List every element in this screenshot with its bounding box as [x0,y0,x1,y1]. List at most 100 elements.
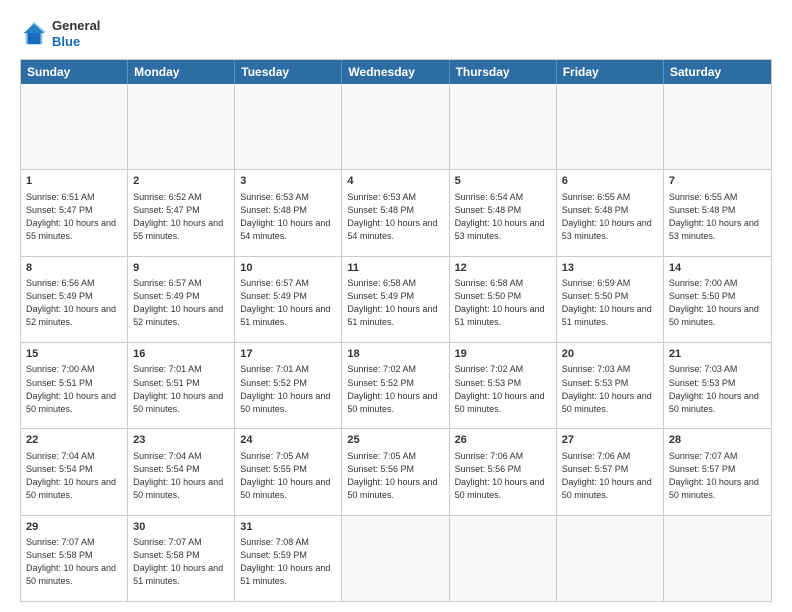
cell-details: Sunrise: 7:08 AMSunset: 5:59 PMDaylight:… [240,536,336,588]
day-number: 25 [347,433,443,448]
calendar-cell-empty [557,84,664,169]
calendar-cell-10: 10Sunrise: 6:57 AMSunset: 5:49 PMDayligh… [235,257,342,342]
day-number: 10 [240,261,336,276]
calendar-cell-empty [450,516,557,601]
day-number: 20 [562,347,658,362]
cell-details: Sunrise: 6:58 AMSunset: 5:49 PMDaylight:… [347,277,443,329]
day-number: 23 [133,433,229,448]
calendar-cell-empty [557,516,664,601]
day-number: 19 [455,347,551,362]
cell-details: Sunrise: 6:51 AMSunset: 5:47 PMDaylight:… [26,191,122,243]
page: General Blue SundayMondayTuesdayWednesda… [0,0,792,612]
cell-details: Sunrise: 6:57 AMSunset: 5:49 PMDaylight:… [240,277,336,329]
calendar-cell-22: 22Sunrise: 7:04 AMSunset: 5:54 PMDayligh… [21,429,128,514]
calendar-cell-7: 7 Sunrise: 6:55 AMSunset: 5:48 PMDaylight… [664,170,771,255]
day-number: 27 [562,433,658,448]
calendar-cell-9: 9Sunrise: 6:57 AMSunset: 5:49 PMDaylight… [128,257,235,342]
header: General Blue [20,18,772,49]
header-day-saturday: Saturday [664,60,771,84]
header-day-wednesday: Wednesday [342,60,449,84]
cell-details: Sunrise: 7:07 AMSunset: 5:57 PMDaylight:… [669,450,766,502]
day-number: 13 [562,261,658,276]
cell-details: Sunrise: 6:56 AMSunset: 5:49 PMDaylight:… [26,277,122,329]
calendar-cell-14: 14Sunrise: 7:00 AMSunset: 5:50 PMDayligh… [664,257,771,342]
day-number: 3 [240,174,336,189]
calendar-cell-29: 29Sunrise: 7:07 AMSunset: 5:58 PMDayligh… [21,516,128,601]
calendar-cell-empty [21,84,128,169]
cell-details: Sunrise: 6:57 AMSunset: 5:49 PMDaylight:… [133,277,229,329]
day-number: 28 [669,433,766,448]
day-number: 8 [26,261,122,276]
cell-details: Sunrise: 7:03 AMSunset: 5:53 PMDaylight:… [669,363,766,415]
calendar-cell-26: 26 Sunrise: 7:06 AMSunset: 5:56 PMDayligh… [450,429,557,514]
calendar-cell-6: 6Sunrise: 6:55 AMSunset: 5:48 PMDaylight… [557,170,664,255]
calendar-cell-4: 4 Sunrise: 6:53 AMSunset: 5:48 PMDaylight… [342,170,449,255]
calendar-cell-empty [342,516,449,601]
calendar-cell-3: 3 Sunrise: 6:53 AMSunset: 5:48 PMDaylight… [235,170,342,255]
calendar-cell-13: 13Sunrise: 6:59 AMSunset: 5:50 PMDayligh… [557,257,664,342]
cell-details: Sunrise: 7:01 AMSunset: 5:51 PMDaylight:… [133,363,229,415]
calendar: SundayMondayTuesdayWednesdayThursdayFrid… [20,59,772,602]
cell-details: Sunrise: 7:06 AMSunset: 5:56 PMDaylight:… [455,450,551,502]
calendar-cell-30: 30Sunrise: 7:07 AMSunset: 5:58 PMDayligh… [128,516,235,601]
day-number: 16 [133,347,229,362]
calendar-row-1: 1 Sunrise: 6:51 AMSunset: 5:47 PMDaylight… [21,169,771,255]
day-number: 18 [347,347,443,362]
calendar-cell-empty [235,84,342,169]
cell-details: Sunrise: 7:00 AMSunset: 5:51 PMDaylight:… [26,363,122,415]
day-number: 9 [133,261,229,276]
cell-details: Sunrise: 6:53 AMSunset: 5:48 PMDaylight:… [347,191,443,243]
cell-details: Sunrise: 7:07 AMSunset: 5:58 PMDaylight:… [133,536,229,588]
cell-details: Sunrise: 7:02 AMSunset: 5:52 PMDaylight:… [347,363,443,415]
cell-details: Sunrise: 7:01 AMSunset: 5:52 PMDaylight:… [240,363,336,415]
cell-details: Sunrise: 7:00 AMSunset: 5:50 PMDaylight:… [669,277,766,329]
calendar-cell-empty [664,516,771,601]
cell-details: Sunrise: 6:53 AMSunset: 5:48 PMDaylight:… [240,191,336,243]
cell-details: Sunrise: 6:52 AMSunset: 5:47 PMDaylight:… [133,191,229,243]
day-number: 17 [240,347,336,362]
calendar-row-2: 8Sunrise: 6:56 AMSunset: 5:49 PMDaylight… [21,256,771,342]
calendar-cell-27: 27Sunrise: 7:06 AMSunset: 5:57 PMDayligh… [557,429,664,514]
cell-details: Sunrise: 7:03 AMSunset: 5:53 PMDaylight:… [562,363,658,415]
day-number: 2 [133,174,229,189]
calendar-cell-19: 19Sunrise: 7:02 AMSunset: 5:53 PMDayligh… [450,343,557,428]
header-day-tuesday: Tuesday [235,60,342,84]
cell-details: Sunrise: 6:55 AMSunset: 5:48 PMDaylight:… [669,191,766,243]
day-number: 4 [347,174,443,189]
calendar-cell-25: 25 Sunrise: 7:05 AMSunset: 5:56 PMDayligh… [342,429,449,514]
calendar-row-0 [21,84,771,169]
cell-details: Sunrise: 7:05 AMSunset: 5:56 PMDaylight:… [347,450,443,502]
calendar-cell-empty [128,84,235,169]
day-number: 7 [669,174,766,189]
cell-details: Sunrise: 6:54 AMSunset: 5:48 PMDaylight:… [455,191,551,243]
day-number: 14 [669,261,766,276]
calendar-cell-20: 20Sunrise: 7:03 AMSunset: 5:53 PMDayligh… [557,343,664,428]
day-number: 5 [455,174,551,189]
calendar-cell-17: 17Sunrise: 7:01 AMSunset: 5:52 PMDayligh… [235,343,342,428]
cell-details: Sunrise: 7:04 AMSunset: 5:54 PMDaylight:… [26,450,122,502]
cell-details: Sunrise: 7:04 AMSunset: 5:54 PMDaylight:… [133,450,229,502]
cell-details: Sunrise: 6:55 AMSunset: 5:48 PMDaylight:… [562,191,658,243]
calendar-cell-21: 21Sunrise: 7:03 AMSunset: 5:53 PMDayligh… [664,343,771,428]
day-number: 21 [669,347,766,362]
calendar-cell-16: 16Sunrise: 7:01 AMSunset: 5:51 PMDayligh… [128,343,235,428]
header-day-thursday: Thursday [450,60,557,84]
cell-details: Sunrise: 7:02 AMSunset: 5:53 PMDaylight:… [455,363,551,415]
calendar-cell-5: 5 Sunrise: 6:54 AMSunset: 5:48 PMDaylight… [450,170,557,255]
calendar-cell-12: 12Sunrise: 6:58 AMSunset: 5:50 PMDayligh… [450,257,557,342]
cell-details: Sunrise: 7:07 AMSunset: 5:58 PMDaylight:… [26,536,122,588]
day-number: 12 [455,261,551,276]
logo: General Blue [20,18,100,49]
day-number: 31 [240,520,336,535]
day-number: 1 [26,174,122,189]
calendar-cell-empty [342,84,449,169]
day-number: 29 [26,520,122,535]
header-day-monday: Monday [128,60,235,84]
header-day-friday: Friday [557,60,664,84]
day-number: 30 [133,520,229,535]
calendar-cell-2: 2 Sunrise: 6:52 AMSunset: 5:47 PMDaylight… [128,170,235,255]
calendar-cell-empty [450,84,557,169]
calendar-cell-empty [664,84,771,169]
header-day-sunday: Sunday [21,60,128,84]
day-number: 26 [455,433,551,448]
